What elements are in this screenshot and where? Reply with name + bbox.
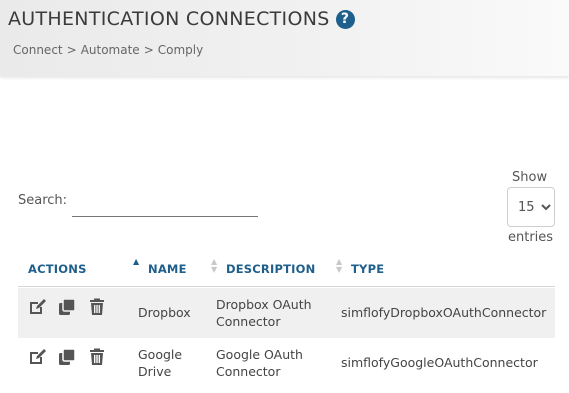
column-header-type[interactable]: TYPE	[351, 262, 384, 276]
edit-icon[interactable]	[28, 298, 46, 316]
column-header-actions: ACTIONS	[28, 262, 87, 276]
row-type: simflofyDropboxOAuthConnector	[341, 305, 547, 320]
row-name: Google Drive	[138, 346, 182, 380]
row-name-line: Google	[138, 347, 183, 362]
entries-label: entries	[508, 230, 554, 245]
page-title: AUTHENTICATION CONNECTIONS	[8, 8, 330, 30]
row-description-line: Google OAuth	[216, 347, 303, 362]
row-description: Dropbox OAuth Connector	[216, 296, 312, 330]
copy-icon[interactable]	[58, 298, 76, 316]
sort-ascending-icon[interactable]: ▲	[133, 258, 139, 266]
table-row[interactable]: Google Drive Google OAuth Connector simf…	[18, 338, 555, 388]
entries-per-page-select[interactable]: 15	[507, 187, 555, 227]
trash-icon[interactable]	[88, 298, 106, 316]
table-header-divider	[18, 286, 555, 287]
column-header-description[interactable]: DESCRIPTION	[226, 262, 315, 276]
trash-icon[interactable]	[88, 348, 106, 366]
table-row[interactable]: Dropbox Dropbox OAuth Connector simflofy…	[18, 288, 555, 338]
search-label: Search:	[18, 193, 68, 208]
column-header-name[interactable]: NAME	[148, 262, 187, 276]
copy-icon[interactable]	[58, 348, 76, 366]
breadcrumb-item-comply[interactable]: Comply	[158, 43, 203, 57]
page-title-container: AUTHENTICATION CONNECTIONS ?	[8, 8, 355, 30]
breadcrumb: Connect > Automate > Comply	[13, 43, 203, 57]
sort-both-icon[interactable]: ▲ ▼	[336, 258, 342, 274]
edit-icon[interactable]	[28, 348, 46, 366]
breadcrumb-separator: >	[143, 43, 154, 57]
row-type: simflofyGoogleOAuthConnector	[341, 355, 538, 370]
question-circle-icon[interactable]: ?	[335, 9, 355, 29]
row-description-line: Connector	[216, 364, 281, 379]
row-description-line: Dropbox OAuth	[216, 297, 312, 312]
row-description-line: Connector	[216, 314, 281, 329]
row-name-line: Drive	[138, 364, 172, 379]
breadcrumb-item-automate[interactable]: Automate	[81, 43, 140, 57]
sort-both-icon[interactable]: ▲ ▼	[211, 258, 217, 274]
row-name: Dropbox	[138, 304, 191, 321]
page-header: AUTHENTICATION CONNECTIONS ? Connect > Aut…	[0, 0, 569, 76]
row-description: Google OAuth Connector	[216, 346, 303, 380]
search-input[interactable]	[72, 192, 258, 217]
breadcrumb-item-connect[interactable]: Connect	[13, 43, 63, 57]
row-name-line: Dropbox	[138, 305, 191, 320]
breadcrumb-separator: >	[66, 43, 77, 57]
show-label: Show	[512, 170, 548, 185]
